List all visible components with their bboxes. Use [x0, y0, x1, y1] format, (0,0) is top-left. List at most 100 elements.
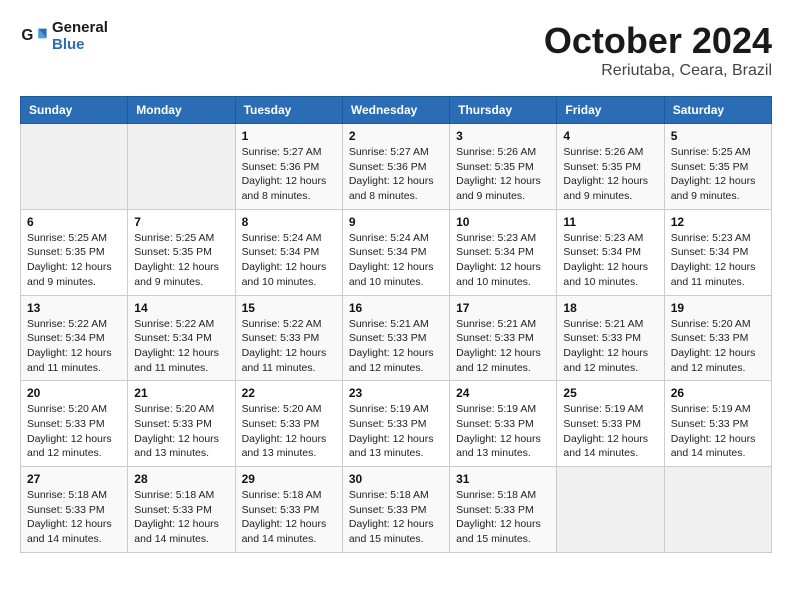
day-number: 31	[456, 472, 550, 486]
header-row: SundayMondayTuesdayWednesdayThursdayFrid…	[21, 97, 772, 124]
day-cell	[21, 124, 128, 210]
day-cell: 28Sunrise: 5:18 AM Sunset: 5:33 PM Dayli…	[128, 467, 235, 553]
day-info: Sunrise: 5:18 AM Sunset: 5:33 PM Dayligh…	[456, 488, 550, 547]
day-number: 24	[456, 386, 550, 400]
logo-icon: G	[20, 23, 48, 51]
day-info: Sunrise: 5:25 AM Sunset: 5:35 PM Dayligh…	[134, 231, 228, 290]
day-number: 29	[242, 472, 336, 486]
day-cell: 25 Sunrise: 5:19 AM Sunset: 5:33 PM Dayli…	[557, 381, 664, 467]
week-row-4: 20 Sunrise: 5:20 AM Sunset: 5:33 PM Dayli…	[21, 381, 772, 467]
day-number: 4	[563, 129, 657, 143]
header-cell-tuesday: Tuesday	[235, 97, 342, 124]
day-number: 21	[134, 386, 228, 400]
day-cell	[664, 467, 771, 553]
day-number: 9	[349, 215, 443, 229]
day-info: Sunrise: 5:18 AM Sunset: 5:33 PM Dayligh…	[242, 488, 336, 547]
day-info: Sunrise: 5:22 AM Sunset: 5:34 PM Dayligh…	[27, 317, 121, 376]
day-number: 6	[27, 215, 121, 229]
day-cell: 9Sunrise: 5:24 AM Sunset: 5:34 PM Daylig…	[342, 209, 449, 295]
day-info: Sunrise: 5:26 AM Sunset: 5:35 PM Dayligh…	[456, 145, 550, 204]
day-number: 14	[134, 301, 228, 315]
day-info: Sunrise: 5:23 AM Sunset: 5:34 PM Dayligh…	[563, 231, 657, 290]
calendar-table: SundayMondayTuesdayWednesdayThursdayFrid…	[20, 96, 772, 553]
day-cell: 18 Sunrise: 5:21 AM Sunset: 5:33 PM Dayli…	[557, 295, 664, 381]
day-cell: 1Sunrise: 5:27 AM Sunset: 5:36 PM Daylig…	[235, 124, 342, 210]
day-info: Sunrise: 5:20 AM Sunset: 5:33 PM Dayligh…	[134, 402, 228, 461]
day-number: 10	[456, 215, 550, 229]
day-number: 18	[563, 301, 657, 315]
day-info: Sunrise: 5:18 AM Sunset: 5:33 PM Dayligh…	[134, 488, 228, 547]
day-cell	[557, 467, 664, 553]
header-cell-saturday: Saturday	[664, 97, 771, 124]
day-number: 26	[671, 386, 765, 400]
day-number: 3	[456, 129, 550, 143]
day-cell: 7 Sunrise: 5:25 AM Sunset: 5:35 PM Daylig…	[128, 209, 235, 295]
logo-text: General Blue	[52, 20, 108, 53]
header-cell-thursday: Thursday	[450, 97, 557, 124]
day-cell: 21 Sunrise: 5:20 AM Sunset: 5:33 PM Dayli…	[128, 381, 235, 467]
day-info: Sunrise: 5:22 AM Sunset: 5:34 PM Dayligh…	[134, 317, 228, 376]
day-cell: 4 Sunrise: 5:26 AM Sunset: 5:35 PM Daylig…	[557, 124, 664, 210]
day-number: 27	[27, 472, 121, 486]
title-area: October 2024 Reriutaba, Ceara, Brazil	[544, 20, 772, 80]
day-number: 30	[349, 472, 443, 486]
page-subtitle: Reriutaba, Ceara, Brazil	[544, 62, 772, 80]
day-number: 22	[242, 386, 336, 400]
day-number: 20	[27, 386, 121, 400]
day-number: 23	[349, 386, 443, 400]
day-info: Sunrise: 5:25 AM Sunset: 5:35 PM Dayligh…	[27, 231, 121, 290]
day-number: 25	[563, 386, 657, 400]
day-number: 12	[671, 215, 765, 229]
day-cell: 6 Sunrise: 5:25 AM Sunset: 5:35 PM Daylig…	[21, 209, 128, 295]
day-cell: 19 Sunrise: 5:20 AM Sunset: 5:33 PM Dayli…	[664, 295, 771, 381]
day-number: 15	[242, 301, 336, 315]
day-cell	[128, 124, 235, 210]
day-info: Sunrise: 5:26 AM Sunset: 5:35 PM Dayligh…	[563, 145, 657, 204]
day-cell: 17Sunrise: 5:21 AM Sunset: 5:33 PM Dayli…	[450, 295, 557, 381]
day-info: Sunrise: 5:19 AM Sunset: 5:33 PM Dayligh…	[671, 402, 765, 461]
day-number: 5	[671, 129, 765, 143]
day-cell: 29 Sunrise: 5:18 AM Sunset: 5:33 PM Dayli…	[235, 467, 342, 553]
week-row-3: 13 Sunrise: 5:22 AM Sunset: 5:34 PM Dayli…	[21, 295, 772, 381]
week-row-2: 6 Sunrise: 5:25 AM Sunset: 5:35 PM Daylig…	[21, 209, 772, 295]
day-cell: 2Sunrise: 5:27 AM Sunset: 5:36 PM Daylig…	[342, 124, 449, 210]
day-cell: 14 Sunrise: 5:22 AM Sunset: 5:34 PM Dayli…	[128, 295, 235, 381]
day-cell: 15 Sunrise: 5:22 AM Sunset: 5:33 PM Dayli…	[235, 295, 342, 381]
day-cell: 10 Sunrise: 5:23 AM Sunset: 5:34 PM Dayli…	[450, 209, 557, 295]
day-number: 16	[349, 301, 443, 315]
day-cell: 27Sunrise: 5:18 AM Sunset: 5:33 PM Dayli…	[21, 467, 128, 553]
day-info: Sunrise: 5:27 AM Sunset: 5:36 PM Dayligh…	[242, 145, 336, 204]
day-info: Sunrise: 5:25 AM Sunset: 5:35 PM Dayligh…	[671, 145, 765, 204]
day-info: Sunrise: 5:19 AM Sunset: 5:33 PM Dayligh…	[563, 402, 657, 461]
day-number: 13	[27, 301, 121, 315]
day-number: 7	[134, 215, 228, 229]
day-info: Sunrise: 5:24 AM Sunset: 5:34 PM Dayligh…	[242, 231, 336, 290]
header-cell-wednesday: Wednesday	[342, 97, 449, 124]
day-info: Sunrise: 5:21 AM Sunset: 5:33 PM Dayligh…	[456, 317, 550, 376]
day-info: Sunrise: 5:21 AM Sunset: 5:33 PM Dayligh…	[349, 317, 443, 376]
day-cell: 26 Sunrise: 5:19 AM Sunset: 5:33 PM Dayli…	[664, 381, 771, 467]
day-number: 8	[242, 215, 336, 229]
header-cell-monday: Monday	[128, 97, 235, 124]
day-info: Sunrise: 5:22 AM Sunset: 5:33 PM Dayligh…	[242, 317, 336, 376]
day-info: Sunrise: 5:23 AM Sunset: 5:34 PM Dayligh…	[456, 231, 550, 290]
day-number: 19	[671, 301, 765, 315]
day-info: Sunrise: 5:19 AM Sunset: 5:33 PM Dayligh…	[456, 402, 550, 461]
day-info: Sunrise: 5:21 AM Sunset: 5:33 PM Dayligh…	[563, 317, 657, 376]
day-cell: 22 Sunrise: 5:20 AM Sunset: 5:33 PM Dayli…	[235, 381, 342, 467]
day-info: Sunrise: 5:20 AM Sunset: 5:33 PM Dayligh…	[242, 402, 336, 461]
svg-text:G: G	[21, 26, 33, 43]
header-cell-friday: Friday	[557, 97, 664, 124]
day-info: Sunrise: 5:18 AM Sunset: 5:33 PM Dayligh…	[349, 488, 443, 547]
header: G General Blue October 2024 Reriutaba, C…	[20, 20, 772, 80]
day-cell: 20Sunrise: 5:20 AM Sunset: 5:33 PM Dayli…	[21, 381, 128, 467]
day-cell: 8 Sunrise: 5:24 AM Sunset: 5:34 PM Daylig…	[235, 209, 342, 295]
day-number: 11	[563, 215, 657, 229]
day-info: Sunrise: 5:23 AM Sunset: 5:34 PM Dayligh…	[671, 231, 765, 290]
day-cell: 16 Sunrise: 5:21 AM Sunset: 5:33 PM Dayli…	[342, 295, 449, 381]
day-cell: 5 Sunrise: 5:25 AM Sunset: 5:35 PM Daylig…	[664, 124, 771, 210]
header-cell-sunday: Sunday	[21, 97, 128, 124]
day-info: Sunrise: 5:20 AM Sunset: 5:33 PM Dayligh…	[671, 317, 765, 376]
day-cell: 11 Sunrise: 5:23 AM Sunset: 5:34 PM Dayli…	[557, 209, 664, 295]
day-cell: 3 Sunrise: 5:26 AM Sunset: 5:35 PM Daylig…	[450, 124, 557, 210]
